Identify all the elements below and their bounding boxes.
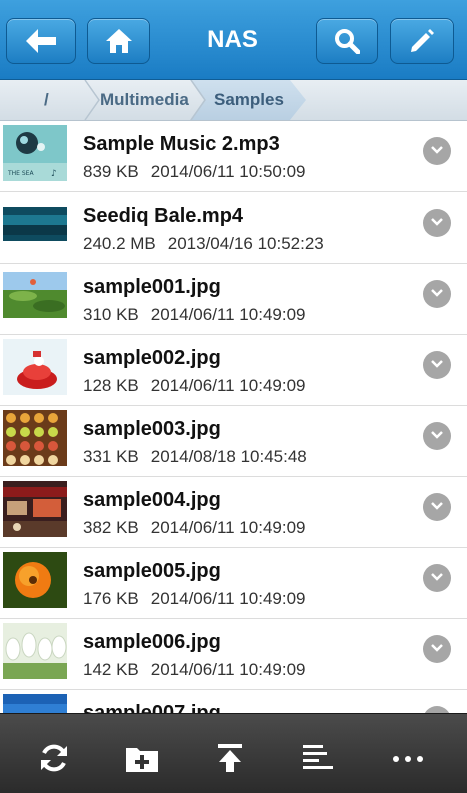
file-row[interactable]: sample002.jpg 128 KB 2014/06/11 10:49:09 (0, 335, 467, 406)
file-row[interactable]: sample003.jpg 331 KB 2014/08/18 10:45:48 (0, 406, 467, 477)
file-row[interactable]: THE SEA ♪ Sample Music 2.mp3 839 KB 2014/… (0, 121, 467, 192)
image-thumbnail (3, 552, 67, 608)
breadcrumb-root[interactable]: / (44, 80, 49, 120)
refresh-button[interactable] (34, 742, 74, 778)
file-name: Seediq Bale.mp4 (83, 205, 244, 227)
file-size: 128 KB (83, 376, 139, 395)
file-row[interactable]: Seediq Bale.mp4 240.2 MB 2013/04/16 10:52… (0, 193, 467, 264)
file-size: 331 KB (83, 447, 139, 466)
file-meta: 839 KB 2014/06/11 10:50:09 (83, 162, 305, 182)
file-meta: 310 KB 2014/06/11 10:49:09 (83, 305, 305, 325)
breadcrumb-separator-icon (84, 80, 100, 120)
home-icon (105, 28, 133, 54)
file-row[interactable]: sample001.jpg 310 KB 2014/06/11 10:49:09 (0, 264, 467, 335)
image-thumbnail (3, 410, 67, 466)
upload-button[interactable] (210, 742, 250, 778)
new-folder-button[interactable] (122, 742, 162, 778)
file-date: 2014/06/11 10:49:09 (150, 660, 306, 679)
file-date: 2014/06/11 10:50:09 (150, 162, 306, 181)
file-name: Sample Music 2.mp3 (83, 133, 280, 155)
page-title: NAS (207, 26, 258, 53)
row-menu-button[interactable] (423, 280, 451, 308)
file-meta: 128 KB 2014/06/11 10:49:09 (83, 376, 305, 396)
bottom-toolbar (0, 713, 467, 793)
row-menu-button[interactable] (423, 209, 451, 237)
file-date: 2014/06/11 10:49:09 (150, 518, 306, 537)
file-size: 240.2 MB (83, 234, 156, 253)
arrow-left-icon (24, 28, 58, 54)
row-menu-button[interactable] (423, 493, 451, 521)
file-list[interactable]: THE SEA ♪ Sample Music 2.mp3 839 KB 2014/… (0, 121, 467, 713)
row-menu-button[interactable] (423, 706, 451, 713)
file-row[interactable]: sample005.jpg 176 KB 2014/06/11 10:49:09 (0, 548, 467, 619)
file-name: sample003.jpg (83, 418, 221, 440)
chevron-down-icon (430, 356, 444, 374)
more-button[interactable] (388, 742, 428, 778)
file-meta: 142 KB 2014/06/11 10:49:09 (83, 660, 305, 680)
file-row[interactable]: sample004.jpg 382 KB 2014/06/11 10:49:09 (0, 477, 467, 548)
file-name: sample005.jpg (83, 560, 221, 582)
svg-text:♪: ♪ (51, 169, 57, 179)
new-folder-icon (124, 742, 160, 779)
file-name: sample001.jpg (83, 276, 221, 298)
file-date: 2014/06/11 10:49:09 (150, 376, 306, 395)
chevron-down-icon (430, 569, 444, 587)
image-thumbnail (3, 268, 67, 324)
chevron-down-icon (430, 142, 444, 160)
file-meta: 331 KB 2014/08/18 10:45:48 (83, 447, 307, 467)
file-size: 839 KB (83, 162, 139, 181)
file-date: 2014/06/11 10:49:09 (150, 305, 306, 324)
row-menu-button[interactable] (423, 564, 451, 592)
file-name: sample006.jpg (83, 631, 221, 653)
file-size: 310 KB (83, 305, 139, 324)
file-name: sample004.jpg (83, 489, 221, 511)
row-menu-button[interactable] (423, 351, 451, 379)
search-icon (334, 28, 360, 54)
pencil-icon (408, 27, 436, 55)
file-size: 176 KB (83, 589, 139, 608)
chevron-down-icon (430, 498, 444, 516)
file-meta: 382 KB 2014/06/11 10:49:09 (83, 518, 305, 538)
file-date: 2013/04/16 10:52:23 (167, 234, 324, 253)
breadcrumb-samples[interactable]: Samples (214, 80, 284, 120)
svg-text:THE SEA: THE SEA (7, 170, 34, 177)
file-meta: 240.2 MB 2013/04/16 10:52:23 (83, 234, 324, 254)
chevron-down-icon (430, 427, 444, 445)
refresh-icon (37, 741, 71, 780)
home-button[interactable] (87, 18, 150, 64)
more-icon (391, 751, 425, 769)
app-header: NAS (0, 0, 467, 80)
breadcrumb-multimedia[interactable]: Multimedia (100, 80, 189, 120)
image-thumbnail (3, 623, 67, 679)
file-row[interactable]: sample006.jpg 142 KB 2014/06/11 10:49:09 (0, 619, 467, 690)
row-menu-button[interactable] (423, 635, 451, 663)
file-name: sample007.jpg (83, 702, 221, 713)
chevron-down-icon (430, 214, 444, 232)
row-menu-button[interactable] (423, 422, 451, 450)
breadcrumb: / Multimedia Samples (0, 80, 467, 121)
back-button[interactable] (6, 18, 76, 64)
sort-icon (301, 743, 335, 778)
sort-button[interactable] (298, 742, 338, 778)
file-name: sample002.jpg (83, 347, 221, 369)
row-menu-button[interactable] (423, 137, 451, 165)
file-date: 2014/08/18 10:45:48 (150, 447, 307, 466)
file-date: 2014/06/11 10:49:09 (150, 589, 306, 608)
breadcrumb-separator-icon (190, 80, 206, 120)
image-thumbnail (3, 481, 67, 537)
video-thumbnail (3, 197, 67, 253)
file-meta: 176 KB 2014/06/11 10:49:09 (83, 589, 305, 609)
file-size: 142 KB (83, 660, 139, 679)
chevron-down-icon (430, 285, 444, 303)
file-size: 382 KB (83, 518, 139, 537)
chevron-down-icon (430, 640, 444, 658)
image-thumbnail (3, 694, 67, 713)
music-thumbnail: THE SEA ♪ (3, 125, 67, 181)
image-thumbnail (3, 339, 67, 395)
upload-icon (215, 742, 245, 779)
file-row[interactable]: sample007.jpg (0, 690, 467, 713)
search-button[interactable] (316, 18, 378, 64)
edit-button[interactable] (390, 18, 454, 64)
